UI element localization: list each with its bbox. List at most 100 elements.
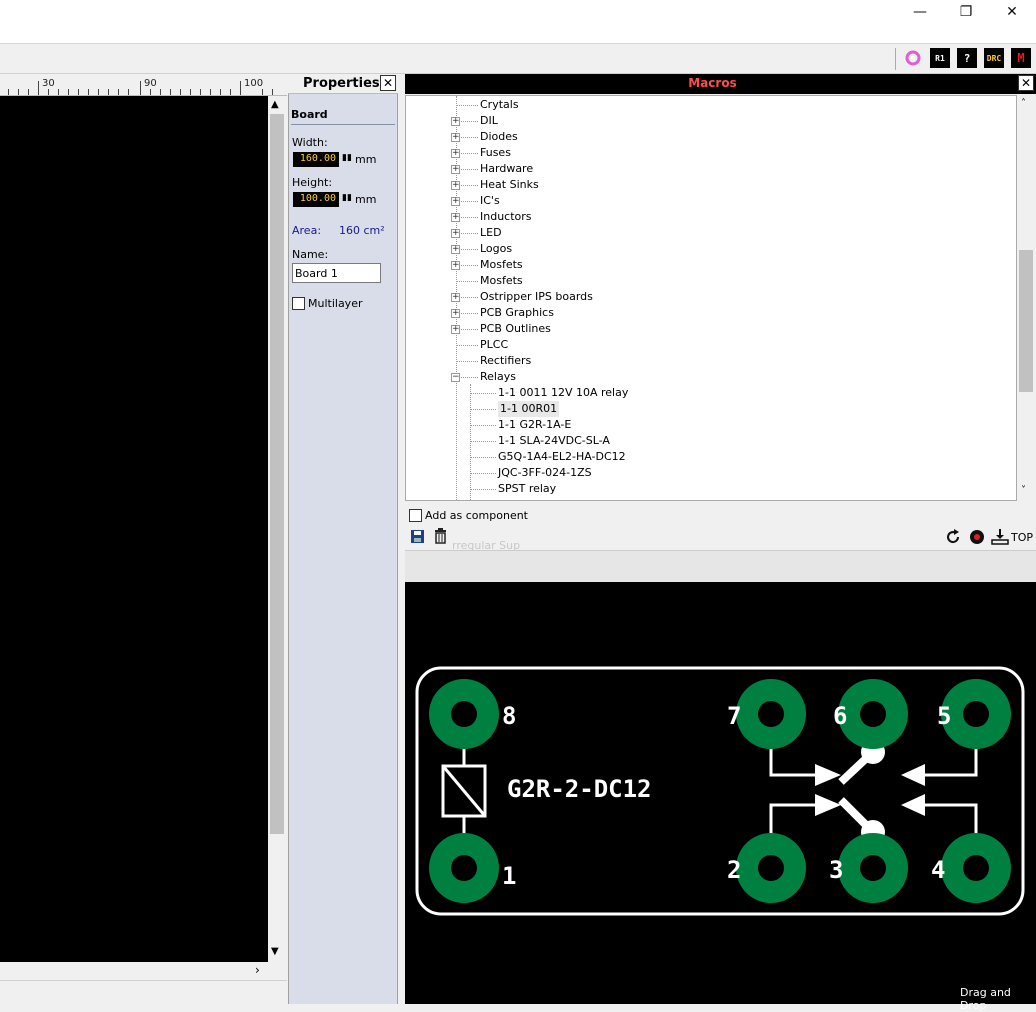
save-icon[interactable] <box>410 529 425 544</box>
ruler-label: 90 <box>144 78 157 89</box>
tree-connector <box>456 345 478 346</box>
expand-icon[interactable]: + <box>451 181 460 190</box>
expand-icon[interactable]: + <box>451 149 460 158</box>
pin-label-7: 7 <box>727 702 741 730</box>
macro-folder[interactable]: Fuses <box>480 145 511 161</box>
properties-title: Properties <box>303 76 380 91</box>
status-strip <box>0 980 287 1004</box>
expand-icon[interactable]: + <box>451 245 460 254</box>
drc-icon[interactable]: DRC <box>984 48 1004 68</box>
expand-icon[interactable]: + <box>451 261 460 270</box>
expand-icon[interactable]: + <box>451 197 460 206</box>
height-spin-icon[interactable]: ▮▮ <box>342 193 352 203</box>
expand-icon[interactable]: + <box>451 213 460 222</box>
pad-hole-6 <box>860 701 886 727</box>
scroll-down-icon[interactable]: ▼ <box>271 946 279 957</box>
expand-icon[interactable]: + <box>451 117 460 126</box>
macro-item[interactable]: SPST relay <box>498 481 556 497</box>
drag-drop-label: Drag and Drop <box>960 986 1011 1012</box>
arrow-pin2 <box>815 794 841 816</box>
r1-icon[interactable]: R1 <box>930 48 950 68</box>
macros-close-button[interactable]: ✕ <box>1018 75 1034 91</box>
footprint-preview[interactable]: 8 1 7 6 5 2 3 4 G2R-2-DC12 Drag and Drop <box>405 582 1036 1012</box>
macro-folder[interactable]: PCB Outlines <box>480 321 551 337</box>
macro-item[interactable]: JQC-3FF-024-1ZS <box>498 465 592 481</box>
canvas-scroll-thumb[interactable] <box>270 114 284 834</box>
tree-connector <box>470 393 496 394</box>
arrow-pin7 <box>815 764 841 786</box>
top-layer-label[interactable]: TOP <box>1011 531 1033 544</box>
macro-folder[interactable]: Mosfets <box>480 273 523 289</box>
pcb-canvas[interactable] <box>0 96 268 962</box>
tree-connector <box>470 409 496 410</box>
macro-item[interactable]: 1-1 00R01 <box>498 401 560 417</box>
macro-item[interactable]: 1-1 G2R-1A-E <box>498 417 571 433</box>
macro-folder[interactable]: Diodes <box>480 129 518 145</box>
macro-icon[interactable]: M <box>1011 48 1031 68</box>
pad-hole-8 <box>451 701 477 727</box>
macro-item[interactable]: 1-1 SLA-24VDC-SL-A <box>498 433 610 449</box>
height-input[interactable]: 100.00 <box>293 192 339 207</box>
record-icon[interactable] <box>969 529 985 545</box>
expand-icon[interactable]: + <box>451 293 460 302</box>
expand-icon[interactable]: + <box>451 165 460 174</box>
expand-icon[interactable]: + <box>451 325 460 334</box>
preview-toolbar <box>405 550 1036 582</box>
tree-guide <box>470 384 471 500</box>
pad-hole-1 <box>451 855 477 881</box>
minimize-button[interactable]: — <box>897 0 943 24</box>
expand-icon[interactable]: + <box>451 309 460 318</box>
width-unit: mm <box>355 153 377 166</box>
tree-scroll-thumb[interactable] <box>1019 250 1033 392</box>
macro-folder[interactable]: Heat Sinks <box>480 177 539 193</box>
multilayer-checkbox[interactable] <box>292 297 305 310</box>
macro-folder[interactable]: Crytals <box>480 97 519 113</box>
tree-connector <box>456 105 478 106</box>
drc-icon-label: DRC <box>986 53 1002 63</box>
collapse-icon[interactable]: − <box>451 373 460 382</box>
expand-icon[interactable]: + <box>451 229 460 238</box>
macro-folder[interactable]: PLCC <box>480 337 508 353</box>
close-window-button[interactable]: ✕ <box>989 0 1035 24</box>
macro-folder[interactable]: Relays <box>480 369 516 385</box>
pin-label-3: 3 <box>829 856 843 884</box>
layer-icon[interactable] <box>991 528 1009 545</box>
macro-folder[interactable]: Mosfets <box>480 257 523 273</box>
width-input[interactable]: 160.00 <box>293 152 339 167</box>
macro-folder[interactable]: Logos <box>480 241 512 257</box>
macros-title: Macros <box>688 76 737 90</box>
width-spin-icon[interactable]: ▮▮ <box>342 153 352 163</box>
pin-label-2: 2 <box>727 856 741 884</box>
canvas-horizontal-scrollbar[interactable] <box>0 962 268 980</box>
board-section-title: Board <box>291 108 328 121</box>
macro-item[interactable]: G5Q-1A4-EL2-HA-DC12 <box>498 449 626 465</box>
name-label: Name: <box>292 248 329 261</box>
macro-tree[interactable]: Crytals + DIL + Diodes + Fuses + Hardware + Heat S… <box>405 95 1017 501</box>
scroll-up-icon[interactable]: ▲ <box>271 99 279 110</box>
tree-connector <box>470 489 496 490</box>
macro-folder[interactable]: Hardware <box>480 161 533 177</box>
tree-connector <box>456 281 478 282</box>
macro-folder[interactable]: DIL <box>480 113 498 129</box>
macro-folder[interactable]: LED <box>480 225 502 241</box>
restore-button[interactable]: ❐ <box>943 0 989 24</box>
board-name-input[interactable]: Board 1 <box>292 263 381 283</box>
scroll-right-icon[interactable]: › <box>255 963 260 977</box>
add-as-component-checkbox[interactable] <box>409 509 422 522</box>
help-icon[interactable]: ? <box>957 48 977 68</box>
macro-folder[interactable]: Rectifiers <box>480 353 531 369</box>
tree-scroll-down-icon[interactable]: ˅ <box>1021 485 1026 496</box>
add-as-component-label: Add as component <box>425 509 528 522</box>
rotate-icon[interactable] <box>945 529 961 545</box>
toolbar-separator <box>895 48 896 70</box>
macro-folder[interactable]: PCB Graphics <box>480 305 554 321</box>
macro-item[interactable]: 1-1 0011 12V 10A relay <box>498 385 628 401</box>
trash-icon[interactable] <box>433 528 448 544</box>
macro-folder[interactable]: IC's <box>480 193 500 209</box>
expand-icon[interactable]: + <box>451 133 460 142</box>
tree-scroll-up-icon[interactable]: ˄ <box>1021 98 1026 109</box>
ring-icon[interactable] <box>903 48 923 68</box>
macro-folder[interactable]: Inductors <box>480 209 532 225</box>
macro-folder[interactable]: Ostripper IPS boards <box>480 289 593 305</box>
properties-close-button[interactable]: ✕ <box>380 75 396 91</box>
